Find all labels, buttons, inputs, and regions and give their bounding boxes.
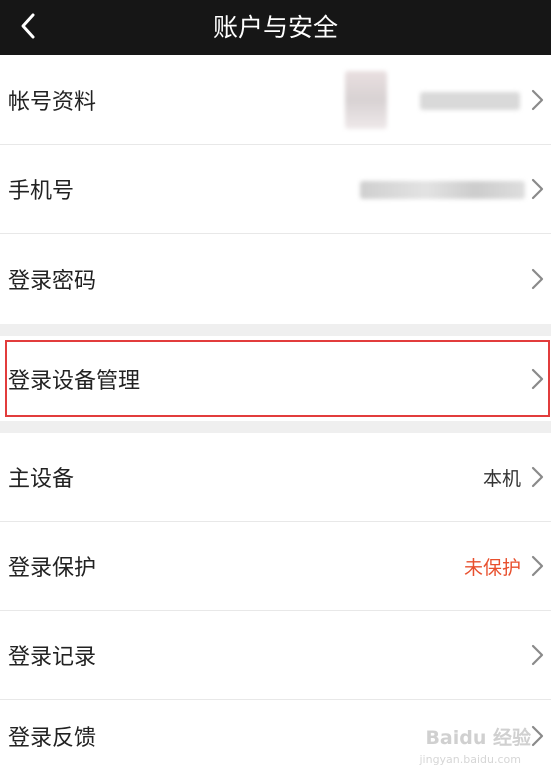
row-label: 登录设备管理: [8, 368, 141, 394]
chevron-right-icon: [531, 644, 544, 666]
chevron-right-icon: [531, 466, 544, 488]
row-phone-number[interactable]: 手机号: [0, 145, 551, 234]
watermark-url: jingyan.baidu.com: [419, 753, 521, 766]
chevron-right-icon: [531, 555, 544, 577]
row-label: 手机号: [8, 179, 75, 204]
section-divider: [0, 324, 551, 336]
account-info-group: 帐号资料 手机号 登录密码: [0, 56, 551, 323]
chevron-right-icon: [531, 725, 544, 747]
chevron-right-icon: [531, 368, 544, 389]
row-label: 主设备: [8, 467, 75, 492]
row-value: 本机: [482, 467, 521, 490]
row-label: 登录记录: [8, 645, 97, 670]
chevron-right-icon: [531, 89, 544, 111]
row-label: 登录密码: [8, 268, 97, 294]
chevron-right-icon: [531, 178, 544, 200]
device-management-group: 登录设备管理: [0, 336, 551, 421]
row-primary-device[interactable]: 主设备 本机: [0, 433, 551, 522]
row-label: 登录反馈: [8, 726, 97, 751]
top-nav-bar: 账户与安全: [0, 0, 551, 55]
row-label: 帐号资料: [8, 90, 97, 115]
blurred-phone-number: [360, 181, 525, 199]
row-login-device-management[interactable]: 登录设备管理: [0, 336, 551, 421]
section-divider: [0, 421, 551, 433]
device-security-group: 主设备 本机 登录保护 未保护 登录记录 登录反馈: [0, 433, 551, 772]
row-label: 登录保护: [8, 556, 97, 581]
protection-status-text: 未保护: [463, 556, 521, 579]
row-account-profile[interactable]: 帐号资料: [0, 56, 551, 145]
blurred-avatar: [345, 71, 387, 129]
row-login-password[interactable]: 登录密码: [0, 234, 551, 323]
blurred-nickname: [420, 92, 520, 110]
page-title: 账户与安全: [212, 13, 338, 42]
chevron-right-icon: [531, 268, 544, 289]
row-login-protection[interactable]: 登录保护 未保护: [0, 522, 551, 611]
baidu-jingyan-watermark: Baidu 经验: [425, 727, 531, 749]
row-login-history[interactable]: 登录记录: [0, 611, 551, 700]
